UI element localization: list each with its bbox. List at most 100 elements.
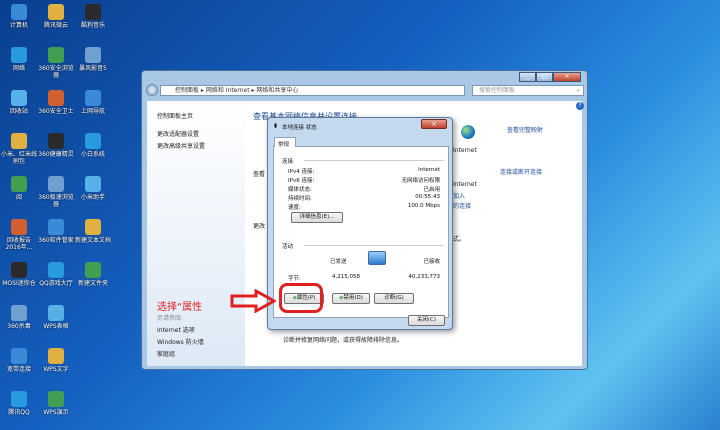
- details-button[interactable]: 详细信息(E)...: [291, 212, 343, 223]
- desktop-icon[interactable]: 360杀毒: [1, 305, 37, 330]
- maximize-button[interactable]: □: [536, 72, 553, 82]
- app-icon: [48, 133, 64, 149]
- desktop-icon[interactable]: 宽带连接: [1, 348, 37, 373]
- change-adapter-link[interactable]: 更改适配器设置: [157, 129, 199, 138]
- desktop-icon-label: 网络: [12, 65, 25, 72]
- desktop-icon-label: 阅: [15, 194, 22, 201]
- desktop-icon[interactable]: 小白系统: [75, 133, 111, 158]
- view-full-map-link[interactable]: 查看完整映射: [507, 125, 543, 134]
- desktop-icon[interactable]: 小米、红米线刷包: [1, 133, 37, 165]
- highlight-circle: [279, 283, 323, 313]
- back-button[interactable]: [146, 84, 158, 96]
- dialog-close-icon[interactable]: ×: [421, 119, 447, 129]
- desktop-icon-label: 回收站: [9, 108, 28, 115]
- desktop-icon[interactable]: 360安全卫士: [38, 90, 74, 115]
- network-icon: ▮: [274, 123, 278, 129]
- desktop-icon-label: 暴风影音5: [79, 65, 107, 72]
- app-icon: [85, 262, 101, 278]
- annotation-text: 选择“属性: [157, 302, 203, 313]
- help-icon[interactable]: ?: [576, 102, 584, 110]
- app-icon: [11, 391, 27, 407]
- breadcrumb-item[interactable]: 网络和 Internet: [206, 87, 250, 94]
- minimize-button[interactable]: _: [519, 72, 536, 82]
- desktop-icon-label: 腾讯微云: [43, 22, 68, 29]
- row-label: 媒体状态:: [288, 187, 312, 193]
- desktop-icon-label: 360极速浏览器: [38, 194, 74, 208]
- desktop-icon-label: 计算机: [9, 22, 28, 29]
- app-icon: [11, 348, 27, 364]
- desktop-icon[interactable]: 360安全浏览器: [38, 47, 74, 79]
- desktop-icon[interactable]: 阅: [1, 176, 37, 201]
- app-icon: [11, 305, 27, 321]
- row-value: 无网络访问权限: [401, 178, 440, 184]
- desktop-icon-label: 小白系统: [80, 151, 105, 158]
- diagnose-button[interactable]: 诊断(G): [374, 293, 414, 304]
- app-icon: [48, 176, 64, 192]
- desktop-icon[interactable]: WPS文字: [38, 348, 74, 373]
- breadcrumb-item[interactable]: 网络和共享中心: [256, 87, 298, 94]
- desktop-icon[interactable]: 上网导航: [75, 90, 111, 115]
- desktop-icon-label: 宽带连接: [6, 366, 31, 373]
- search-input[interactable]: 搜索控制面板 ⌕: [472, 85, 584, 96]
- desktop-icon[interactable]: 腾讯微云: [38, 4, 74, 29]
- desktop-icon[interactable]: QQ游戏大厅: [38, 262, 74, 287]
- advanced-sharing-link[interactable]: 更改高级共享设置: [157, 141, 205, 150]
- tab-general[interactable]: 常规: [274, 137, 296, 148]
- desktop-icon[interactable]: 回收站: [1, 90, 37, 115]
- desktop-icon-label: 小米助手: [80, 194, 105, 201]
- address-bar[interactable]: 控制面板 ▸ 网络和 Internet ▸ 网络和共享中心: [160, 85, 465, 96]
- desktop-icon[interactable]: 回收报告2016年...: [1, 219, 37, 251]
- app-icon: [48, 47, 64, 63]
- breadcrumb-item[interactable]: 控制面板: [175, 87, 199, 94]
- globe-icon: [461, 125, 475, 139]
- app-icon: [85, 176, 101, 192]
- close-dialog-button[interactable]: 关闭(C): [408, 315, 445, 326]
- desktop-icon[interactable]: 新建文本文档: [75, 219, 111, 244]
- search-icon: ⌕: [576, 87, 580, 94]
- app-icon: [11, 219, 27, 235]
- window-controls: _ □ ×: [519, 72, 581, 82]
- disable-button[interactable]: ◈禁用(D): [332, 293, 370, 304]
- internet-label: Internet: [453, 147, 477, 154]
- desktop-icon[interactable]: WPS表格: [38, 305, 74, 330]
- control-panel-home-link[interactable]: 控制面板主页: [157, 111, 193, 120]
- tab-label: 常规: [278, 142, 290, 148]
- desktop-icon[interactable]: 新建文件夹: [75, 262, 111, 287]
- app-icon: [48, 219, 64, 235]
- desktop-icon[interactable]: 小米助手: [75, 176, 111, 201]
- app-icon: [85, 219, 101, 235]
- connect-disconnect-link[interactable]: 连接或断开连接: [500, 167, 542, 176]
- change-label: 更改: [253, 223, 266, 230]
- app-icon: [85, 90, 101, 106]
- app-icon: [85, 47, 101, 63]
- desktop-icon[interactable]: 360健康精灵: [38, 133, 74, 158]
- internet-options-link[interactable]: Internet 选项: [157, 325, 195, 334]
- desktop-icon[interactable]: WPS演示: [38, 391, 74, 416]
- desktop-icon[interactable]: 360软件管家: [38, 219, 74, 244]
- desktop-icon-label: WPS演示: [43, 409, 69, 416]
- firewall-link[interactable]: Windows 防火墙: [157, 337, 204, 346]
- access-type: Internet: [453, 181, 477, 188]
- join-link[interactable]: 加入: [453, 191, 465, 200]
- row-label: IPv6 连接:: [288, 178, 315, 184]
- app-icon: [85, 4, 101, 20]
- desktop-icon[interactable]: 网络: [1, 47, 37, 72]
- close-button[interactable]: ×: [553, 72, 581, 82]
- desktop-icon[interactable]: 腾讯QQ: [1, 391, 37, 416]
- homegroup-link[interactable]: 家庭组: [157, 349, 175, 358]
- row-value: 已启用: [423, 187, 440, 193]
- row-value: Internet: [418, 167, 440, 173]
- search-placeholder: 搜索控制面板: [479, 87, 516, 94]
- desktop-icon[interactable]: MOSI迷你仓: [1, 262, 37, 287]
- desktop-icon-label: 360安全卫士: [38, 108, 74, 115]
- desktop-icon-label: WPS文字: [43, 366, 69, 373]
- view-label: 查看: [253, 171, 266, 178]
- desktop-icon[interactable]: 360极速浏览器: [38, 176, 74, 208]
- app-icon: [11, 133, 27, 149]
- desktop-icon-label: MOSI迷你仓: [2, 280, 36, 287]
- desktop-icon[interactable]: 计算机: [1, 4, 37, 29]
- desktop-icon[interactable]: 暴风影音5: [75, 47, 111, 72]
- connection-link[interactable]: 的连接: [453, 201, 471, 210]
- app-icon: [11, 262, 27, 278]
- desktop-icon[interactable]: 酷狗音乐: [75, 4, 111, 29]
